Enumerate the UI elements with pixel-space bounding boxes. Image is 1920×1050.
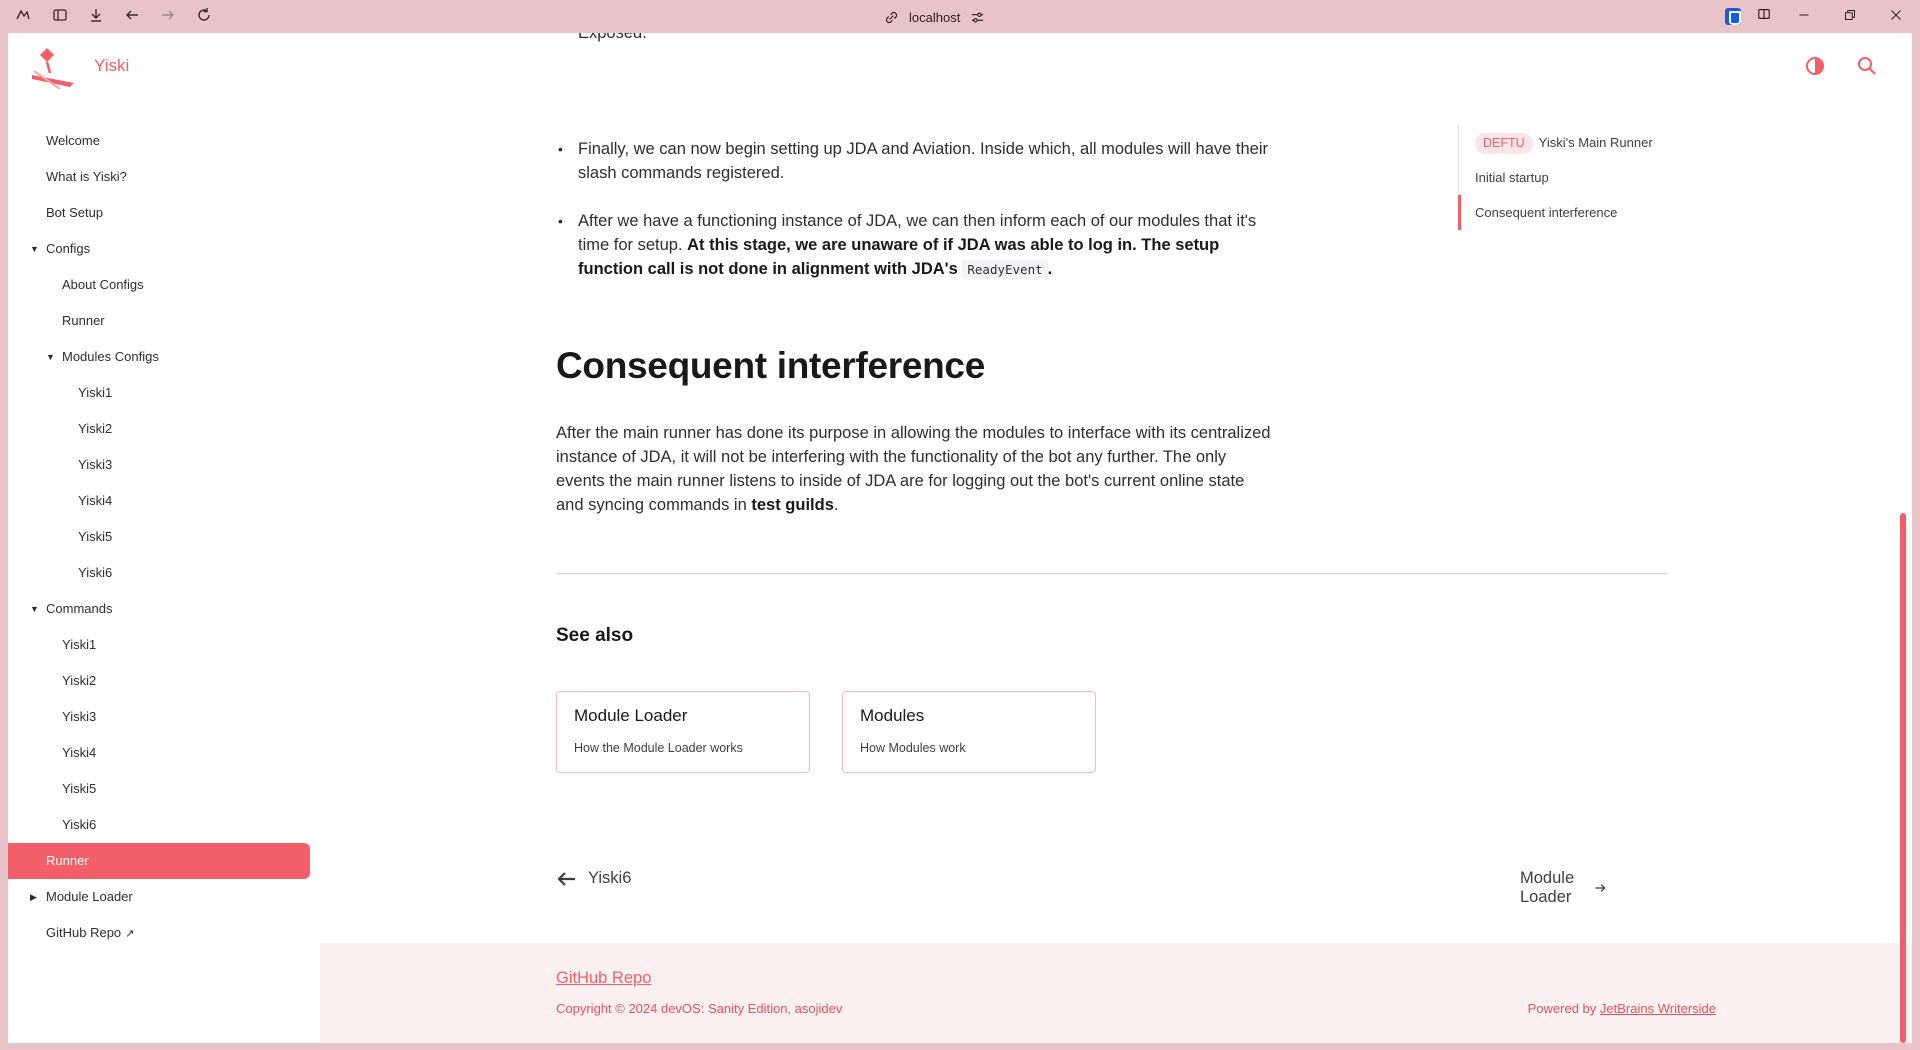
bullet-item: Finally, we can now begin setting up JDA… xyxy=(556,137,1276,185)
site-settings-icon[interactable] xyxy=(970,10,985,25)
sidebar-item-runner-active[interactable]: Runner xyxy=(8,843,310,879)
url-text: localhost xyxy=(909,9,961,25)
chevron-down-icon[interactable]: ▼ xyxy=(30,591,40,627)
yiski-logo[interactable] xyxy=(30,43,76,89)
back-arrow-icon[interactable] xyxy=(123,7,141,25)
sidebar-item-config-yiski6[interactable]: Yiski6 xyxy=(8,555,310,591)
sidebar-item-welcome[interactable]: Welcome xyxy=(8,123,310,159)
close-window-icon[interactable] xyxy=(1886,6,1906,26)
section-paragraph: After the main runner has done its purpo… xyxy=(556,424,1271,514)
section-heading: Consequent interference xyxy=(556,345,985,386)
sidebar-item-about-configs[interactable]: About Configs xyxy=(8,267,310,303)
divider xyxy=(556,573,1668,574)
sidebar-item-command-yiski6[interactable]: Yiski6 xyxy=(8,807,310,843)
sidebar-item-bot-setup[interactable]: Bot Setup xyxy=(8,195,310,231)
split-view-icon[interactable] xyxy=(1754,6,1774,26)
sidebar-nav: Welcome What is Yiski? Bot Setup ▼ Config… xyxy=(8,123,310,951)
prev-page-link[interactable]: Yiski6 xyxy=(556,869,631,888)
test-guilds-term: test guilds xyxy=(751,496,834,514)
restore-icon[interactable] xyxy=(1840,6,1860,26)
inline-code: ReadyEvent xyxy=(962,260,1048,279)
sidebar-item-configs[interactable]: ▼ Configs xyxy=(8,231,310,267)
writerside-link[interactable]: JetBrains Writerside xyxy=(1600,1001,1716,1016)
arrow-left-icon xyxy=(557,871,575,886)
sidebar-item-modules-configs[interactable]: ▼ Modules Configs xyxy=(8,339,310,375)
minimize-icon[interactable] xyxy=(1794,6,1814,26)
deftu-badge: DEFTU xyxy=(1475,133,1533,154)
scrollbar[interactable] xyxy=(1900,513,1906,1043)
sidebar-item-configs-runner[interactable]: Runner xyxy=(8,303,310,339)
bullet-item: After we have a functioning instance of … xyxy=(556,209,1276,282)
address-bar[interactable]: localhost xyxy=(884,7,985,27)
sidebar-item-command-yiski3[interactable]: Yiski3 xyxy=(8,699,310,735)
download-icon[interactable] xyxy=(87,7,105,25)
sidebar-item-command-yiski1[interactable]: Yiski1 xyxy=(8,627,310,663)
sidebar-item-config-yiski1[interactable]: Yiski1 xyxy=(8,375,310,411)
arrow-right-icon xyxy=(1595,884,1606,892)
browser-toolbar: localhost xyxy=(0,0,1920,33)
toc-item-initial-startup[interactable]: Initial startup xyxy=(1459,160,1658,195)
sidebar-item-command-yiski4[interactable]: Yiski4 xyxy=(8,735,310,771)
sidebar-item-command-yiski2[interactable]: Yiski2 xyxy=(8,663,310,699)
sidebar-item-config-yiski5[interactable]: Yiski5 xyxy=(8,519,310,555)
sidebar-item-config-yiski2[interactable]: Yiski2 xyxy=(8,411,310,447)
theme-toggle-icon[interactable] xyxy=(1804,55,1826,77)
reload-icon[interactable] xyxy=(195,7,213,25)
page-viewport: Yiski Welcome What is Yiski? Bot Setup ▼… xyxy=(8,33,1912,1043)
toc-item-consequent-interference[interactable]: Consequent interference xyxy=(1458,195,1658,230)
sidebar-item-github-repo[interactable]: GitHub Repo ↗ xyxy=(8,915,310,951)
footer-powered-by: Powered by JetBrains Writerside xyxy=(1527,1001,1716,1016)
toc-item-main-runner[interactable]: DEFTU Yiski's Main Runner xyxy=(1459,125,1658,160)
sidebar-toggle-icon[interactable] xyxy=(51,7,69,25)
sidebar-item-config-yiski4[interactable]: Yiski4 xyxy=(8,483,310,519)
sidebar-item-command-yiski5[interactable]: Yiski5 xyxy=(8,771,310,807)
sidebar-item-commands[interactable]: ▼ Commands xyxy=(8,591,310,627)
card-description: How Modules work xyxy=(860,741,966,755)
table-of-contents: DEFTU Yiski's Main Runner Initial startup… xyxy=(1458,125,1658,230)
chevron-right-icon[interactable]: ▶ xyxy=(30,879,40,915)
card-title: Modules xyxy=(860,706,925,725)
forward-arrow-icon[interactable] xyxy=(159,7,177,25)
see-also-heading: See also xyxy=(556,625,634,646)
brand-name[interactable]: Yiski xyxy=(94,56,129,76)
chevron-down-icon[interactable]: ▼ xyxy=(46,339,56,375)
page-footer: GitHub Repo Copyright © 2024 devOS: Sani… xyxy=(320,943,1912,1043)
external-link-icon: ↗ xyxy=(125,928,135,940)
sidebar-item-config-yiski3[interactable]: Yiski3 xyxy=(8,447,310,483)
link-icon xyxy=(885,11,898,23)
footer-github-link[interactable]: GitHub Repo xyxy=(556,969,651,988)
card-description: How the Module Loader works xyxy=(574,741,743,755)
bitwarden-extension-icon[interactable] xyxy=(1725,8,1741,25)
search-icon[interactable] xyxy=(1856,55,1878,77)
see-also-card-modules[interactable]: Modules How Modules work xyxy=(842,691,1096,773)
see-also-card-module-loader[interactable]: Module Loader How the Module Loader work… xyxy=(556,691,810,773)
next-page-link[interactable]: Module Loader xyxy=(1520,869,1606,907)
sidebar-item-module-loader[interactable]: ▶ Module Loader xyxy=(8,879,310,915)
footer-copyright: Copyright © 2024 devOS: Sanity Edition, … xyxy=(556,1001,843,1016)
sidebar-item-what-is-yiski[interactable]: What is Yiski? xyxy=(8,159,310,195)
chevron-down-icon[interactable]: ▼ xyxy=(30,231,40,267)
browser-menu-icon[interactable] xyxy=(14,7,32,25)
cut-off-text: Exposed. xyxy=(578,33,647,42)
card-title: Module Loader xyxy=(574,706,688,725)
